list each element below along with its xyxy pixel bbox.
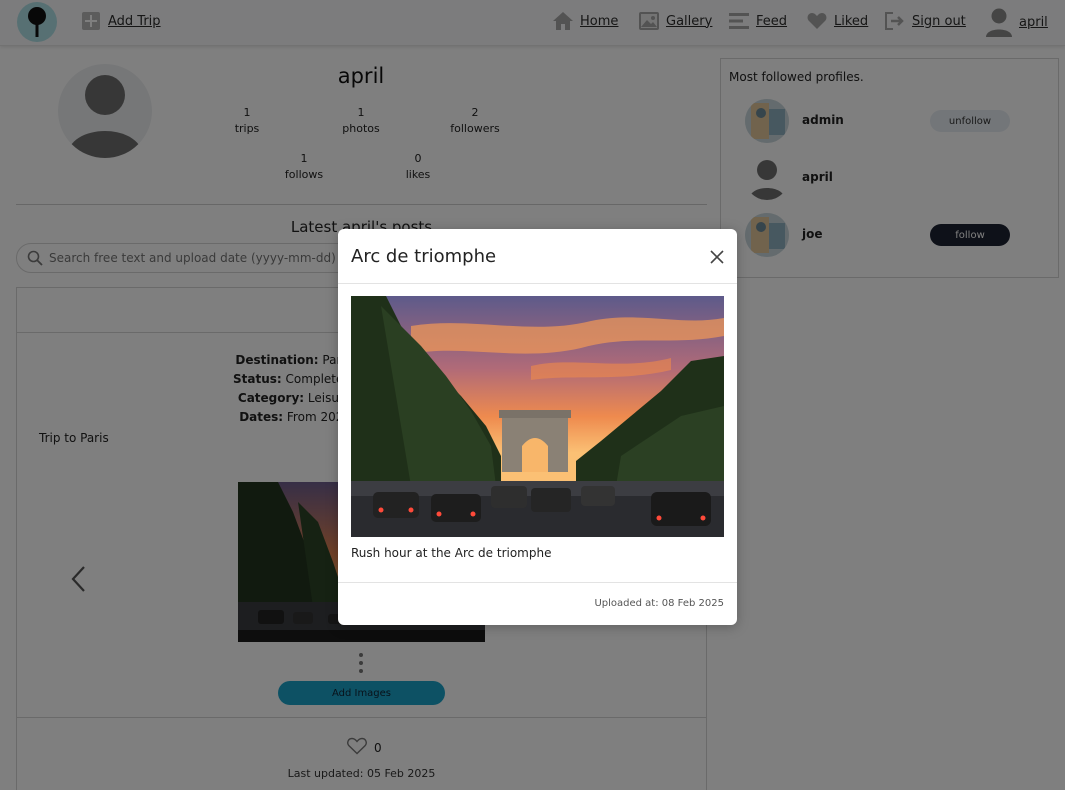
modal-photo [351, 296, 724, 537]
modal-footer-divider [338, 582, 737, 583]
arc-de-triomphe-photo [351, 296, 724, 537]
modal-header: Arc de triomphe [338, 229, 737, 284]
close-icon[interactable] [706, 246, 728, 268]
photo-modal: Arc de triomphe Rush hour at the Arc de … [338, 229, 737, 625]
modal-caption: Rush hour at the Arc de triomphe [351, 546, 552, 560]
modal-title: Arc de triomphe [351, 246, 497, 267]
modal-uploaded-date: Uploaded at: 08 Feb 2025 [594, 598, 724, 609]
